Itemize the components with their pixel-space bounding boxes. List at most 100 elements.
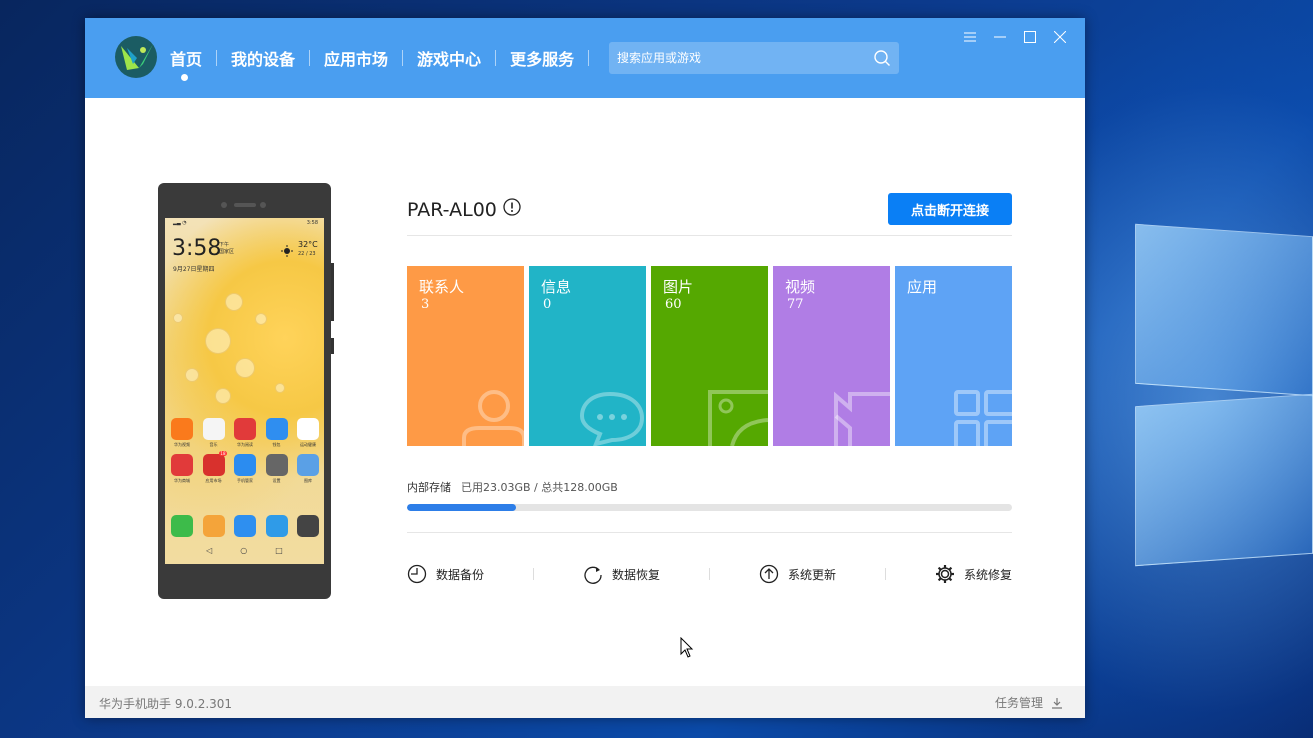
nav-my-devices[interactable]: 我的设备	[217, 46, 309, 70]
phone-status-bar: ▂▃ ◔ 3:58	[173, 220, 318, 226]
backup-icon	[407, 564, 427, 584]
nav-home-label: 首页	[170, 50, 203, 69]
info-icon[interactable]	[503, 198, 521, 221]
contacts-icon	[202, 515, 225, 537]
update-icon	[759, 564, 779, 584]
phone-app-label: 钱包	[272, 442, 281, 447]
phone-nav-bar: ◁ ○ □	[165, 546, 324, 555]
phone-screen: ▂▃ ◔ 3:58 3:58 下午 国家区 9月27日星期四 32°C 22 / …	[165, 218, 324, 564]
video-app-icon	[171, 418, 193, 440]
update-button[interactable]: 系统更新	[759, 564, 836, 584]
tile-contacts-label: 联系人	[419, 278, 465, 296]
message-icon	[579, 391, 645, 446]
repair-button[interactable]: 系统修复	[935, 564, 1012, 584]
shield-app-icon	[234, 454, 256, 476]
nav-game-center-label: 游戏中心	[417, 50, 482, 69]
repair-icon	[935, 565, 954, 583]
recents-icon: □	[275, 546, 283, 555]
phone-app-label: 图库	[304, 478, 312, 483]
tile-videos[interactable]: 视频 77	[773, 266, 890, 446]
close-icon[interactable]	[1045, 28, 1075, 46]
app-window: 首页 我的设备 应用市场 游戏中心 更多服务 搜索应用或游戏 ▂▃ ◔ 3:58…	[85, 18, 1085, 718]
phone-sensor	[221, 202, 227, 208]
backup-button[interactable]: 数据备份	[407, 564, 484, 584]
phone-app-label: 华为视频	[174, 442, 190, 447]
phone-app: 18 应用市场	[202, 451, 227, 484]
phone-temperature: 32°C	[298, 240, 318, 249]
storage-progress-fill	[407, 504, 516, 511]
task-manager-button[interactable]: 任务管理	[995, 694, 1063, 711]
mouse-cursor-icon	[680, 636, 694, 659]
storage-progress-bar	[407, 504, 1012, 511]
tile-pictures-label: 图片	[663, 278, 694, 296]
phone-app-label: 设置	[272, 478, 281, 483]
video-icon	[834, 391, 890, 446]
tool-divider	[884, 568, 886, 580]
tile-contacts[interactable]: 联系人 3	[407, 266, 524, 446]
nav-home[interactable]: 首页	[170, 46, 216, 81]
version-label: 华为手机助手 9.0.2.301	[99, 697, 233, 711]
phone-app-label: 应用市场	[205, 478, 222, 483]
menu-icon[interactable]	[955, 28, 985, 46]
task-manager-label: 任务管理	[994, 696, 1043, 710]
phone-call-icon	[171, 515, 193, 537]
disconnect-button[interactable]: 点击断开连接	[888, 193, 1012, 225]
phone-status-time: 3:58	[306, 220, 318, 226]
backup-label: 数据备份	[436, 567, 485, 582]
tile-videos-label: 视频	[785, 278, 816, 296]
update-label: 系统更新	[787, 567, 836, 582]
phone-app-label: 运动健康	[300, 442, 316, 447]
health-app-icon	[297, 418, 319, 440]
phone-app: 图库	[297, 454, 319, 484]
device-name: PAR-AL00	[407, 198, 497, 221]
phone-clock: 3:58	[172, 236, 222, 261]
app-logo-icon	[113, 34, 159, 80]
gallery-app-icon	[297, 454, 319, 476]
tile-videos-count: 77	[787, 297, 804, 312]
tile-pictures[interactable]: 图片 60	[651, 266, 768, 446]
phone-app: 华为视频	[171, 418, 193, 448]
maximize-icon[interactable]	[1015, 28, 1045, 46]
settings-app-icon	[265, 454, 288, 476]
search-icon[interactable]	[873, 49, 891, 67]
music-app-icon	[202, 418, 225, 440]
phone-volume-button	[331, 263, 334, 321]
repair-label: 系统修复	[963, 567, 1012, 582]
phone-speaker	[234, 203, 256, 207]
device-title: PAR-AL00	[407, 198, 521, 221]
nav-my-devices-label: 我的设备	[231, 50, 296, 69]
nav-app-market[interactable]: 应用市场	[310, 46, 402, 70]
phone-app-label: 华为阅读	[237, 442, 253, 447]
minimize-icon[interactable]	[985, 28, 1015, 46]
reader-app-icon	[234, 418, 256, 440]
top-bar: 首页 我的设备 应用市场 游戏中心 更多服务	[85, 18, 1085, 98]
header-divider	[407, 235, 1012, 236]
nav-app-market-label: 应用市场	[324, 50, 389, 69]
status-footer: 华为手机助手 9.0.2.301 任务管理	[85, 686, 1085, 718]
phone-location: 国家区	[219, 249, 235, 255]
restore-button[interactable]: 数据恢复	[583, 564, 660, 584]
tile-contacts-count: 3	[421, 297, 430, 312]
phone-app: 音乐	[202, 418, 225, 448]
search-box	[609, 42, 899, 74]
nav-more-services-label: 更多服务	[510, 50, 575, 69]
phone-app: 运动健康	[297, 418, 319, 448]
search-input[interactable]	[609, 42, 859, 74]
phone-app-label: 音乐	[209, 442, 218, 447]
main-nav: 首页 我的设备 应用市场 游戏中心 更多服务	[170, 46, 590, 81]
browser-icon	[265, 515, 288, 537]
tile-messages[interactable]: 信息 0	[529, 266, 646, 446]
nav-game-center[interactable]: 游戏中心	[403, 46, 495, 70]
restore-icon	[584, 566, 602, 584]
phone-app-grid: 华为视频 音乐 华为阅读 钱包 运动健康 华为商城 18 应用市场 手机管家 设置…	[171, 418, 319, 490]
tile-apps[interactable]: 应用	[895, 266, 1012, 446]
phone-app: 华为阅读	[234, 418, 256, 448]
tile-pictures-count: 60	[665, 297, 682, 312]
nav-divider	[588, 50, 590, 66]
phone-app-label: 手机管家	[237, 478, 253, 483]
phone-app: 钱包	[265, 418, 288, 448]
storage-label: 内部存储	[407, 481, 451, 494]
nav-more-services[interactable]: 更多服务	[496, 46, 588, 70]
tool-divider	[533, 568, 534, 580]
active-indicator	[181, 74, 188, 81]
